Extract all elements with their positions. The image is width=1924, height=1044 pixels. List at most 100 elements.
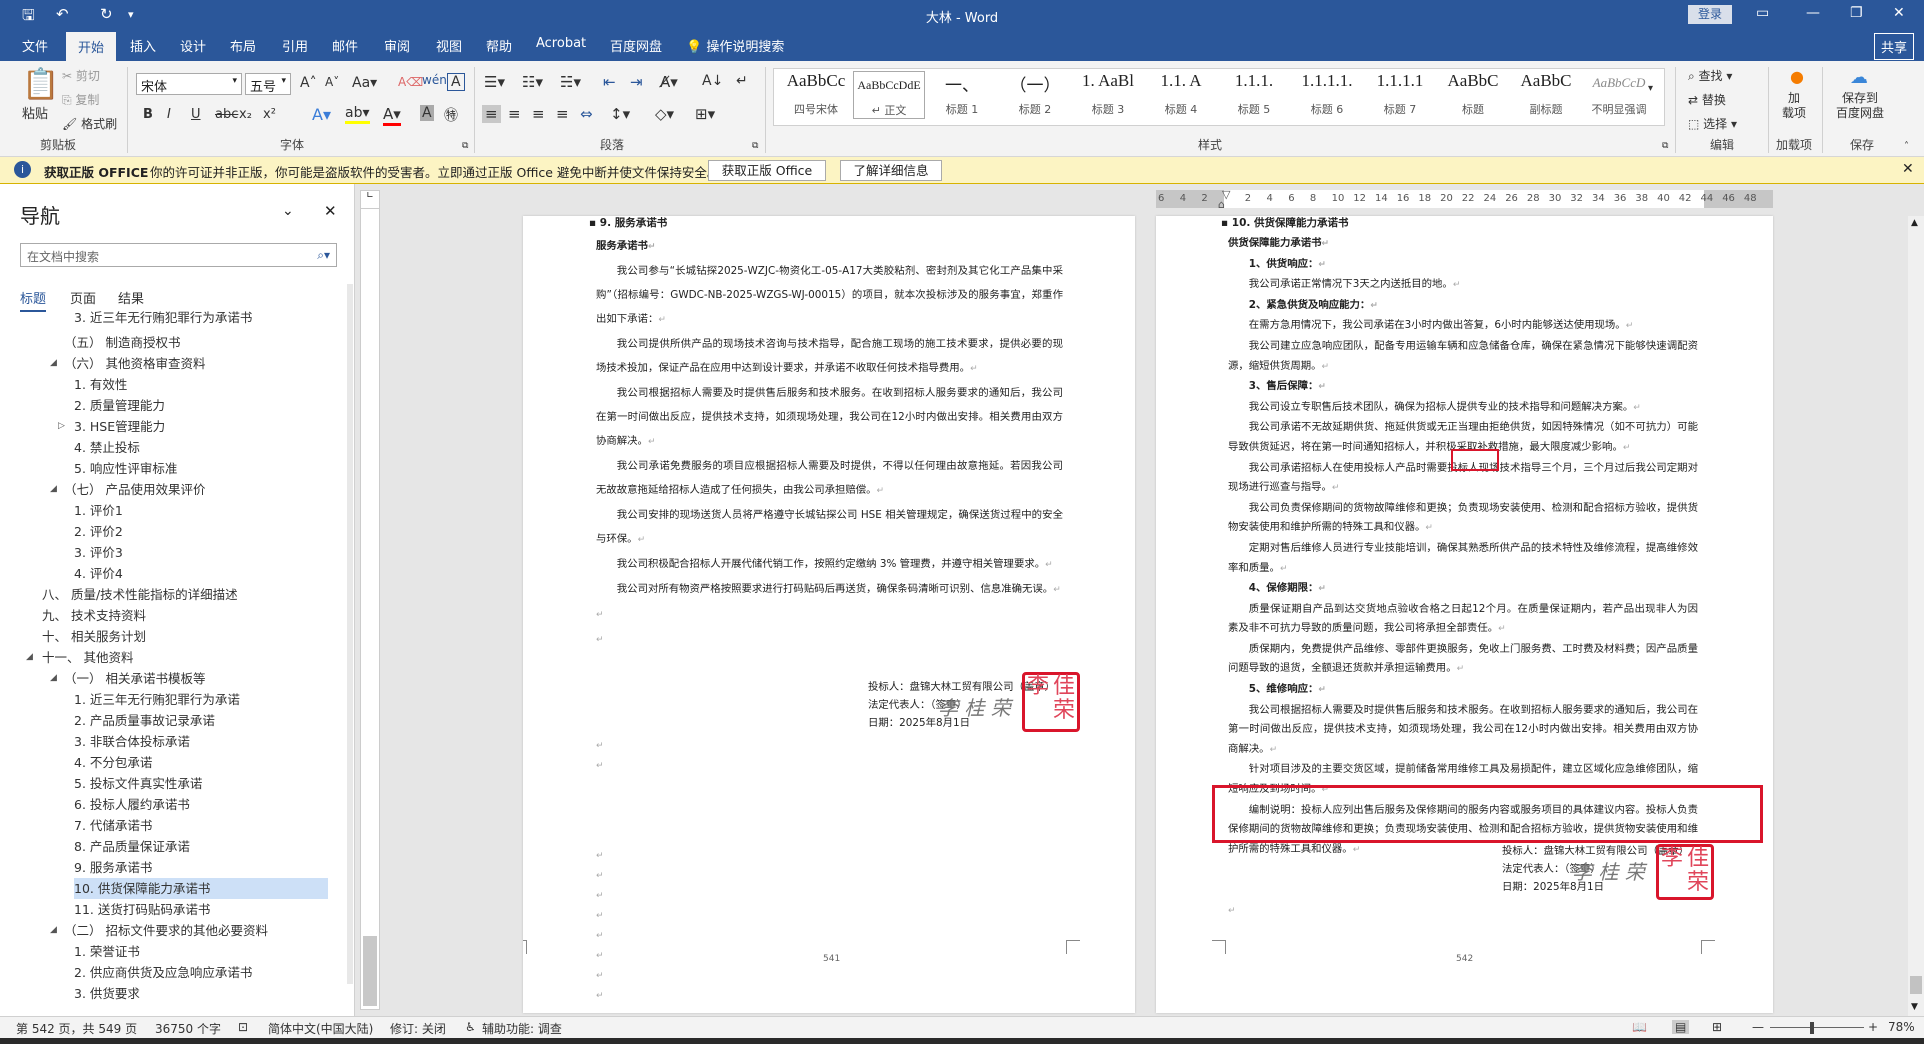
style-9[interactable]: AaBbC 标题	[1437, 71, 1509, 119]
style-0[interactable]: AaBbCc 四号宋体	[780, 71, 852, 119]
tab-6[interactable]: 邮件	[332, 36, 358, 55]
dialog-launcher-icon[interactable]: ⧉	[462, 141, 468, 151]
shading-icon[interactable]: ◇▾	[655, 105, 674, 123]
bullets-icon[interactable]: ☰▾	[484, 73, 505, 91]
enclose-char-icon[interactable]: ㊕	[444, 105, 458, 125]
shrink-font-icon[interactable]: A˅	[325, 75, 339, 89]
nav-item[interactable]: 2. 质量管理能力	[74, 395, 165, 416]
char-shading-icon[interactable]: A	[420, 105, 434, 121]
nav-item[interactable]: （七） 产品使用效果评价	[64, 479, 205, 500]
tell-me-search[interactable]: 💡 操作说明搜索	[686, 36, 784, 55]
nav-item[interactable]: 1. 近三年无行贿犯罪行为承诺	[74, 689, 240, 710]
phonetic-guide-icon[interactable]: wén	[422, 73, 447, 87]
nav-item[interactable]: （五） 制造商授权书	[64, 332, 180, 353]
ribbon-display-icon[interactable]: ▭	[1756, 5, 1769, 21]
tab-0[interactable]: 文件	[22, 36, 48, 55]
select-button[interactable]: ⬚ 选择 ▾	[1688, 115, 1737, 132]
styles-more-icon[interactable]: ▾	[1648, 83, 1653, 94]
borders-icon[interactable]: ⊞▾	[695, 105, 715, 123]
zoom-in-icon[interactable]: +	[1868, 1020, 1878, 1034]
document-page-542[interactable]: ▪ 10. 供货保障能力承诺书 供货保障能力承诺书 1、供货响应：我公司承诺正常…	[1156, 216, 1773, 1013]
language[interactable]: 简体中文(中国大陆)	[268, 1020, 373, 1037]
page-count[interactable]: 第 542 页，共 549 页	[16, 1020, 137, 1037]
nav-item[interactable]: 4. 不分包承诺	[74, 752, 152, 773]
vertical-ruler[interactable]: ∟	[360, 190, 380, 1010]
expanded-triangle-icon[interactable]: ◢	[50, 925, 57, 935]
dialog-launcher-icon[interactable]: ⧉	[752, 141, 758, 151]
change-case-icon[interactable]: Aa▾	[352, 75, 377, 91]
align-center-icon[interactable]: ≡	[508, 105, 521, 123]
dialog-launcher-icon[interactable]: ⧉	[1662, 141, 1668, 151]
nav-item[interactable]: 3. 供货要求	[74, 983, 140, 1004]
read-mode-icon[interactable]: 📖	[1632, 1020, 1647, 1034]
print-layout-icon[interactable]: ▤	[1672, 1020, 1690, 1034]
style-6[interactable]: 1.1.1. 标题 5	[1218, 71, 1290, 119]
zoom-out-icon[interactable]: —	[1752, 1020, 1764, 1034]
nav-item[interactable]: 10. 供货保障能力承诺书	[74, 878, 328, 899]
share-button[interactable]: 共享	[1873, 33, 1914, 60]
decrease-indent-icon[interactable]: ⇤	[603, 73, 616, 91]
word-count[interactable]: 36750 个字	[155, 1020, 221, 1037]
minimize-icon[interactable]: —	[1806, 5, 1820, 21]
font-style-button[interactable]: I	[167, 107, 171, 122]
text-effects-icon[interactable]: A▾	[312, 105, 331, 124]
expanded-triangle-icon[interactable]: ◢	[50, 673, 57, 683]
paste-button[interactable]: 粘贴	[22, 103, 48, 122]
save-to-baidu-button[interactable]: 保存到 百度网盘	[1836, 91, 1884, 121]
login-button[interactable]: 登录	[1688, 5, 1732, 24]
nav-item[interactable]: 3. 非联合体投标承诺	[74, 731, 190, 752]
nav-item[interactable]: （一） 相关承诺书模板等	[64, 668, 205, 689]
close-window-icon[interactable]: ✕	[1893, 5, 1905, 21]
nav-item[interactable]: 5. 响应性评审标准	[74, 458, 177, 479]
addins-icon[interactable]: ●	[1790, 67, 1804, 86]
nav-item[interactable]: （二） 招标文件要求的其他必要资料	[64, 920, 268, 941]
nav-item[interactable]: 8. 产品质量保证承诺	[74, 836, 190, 857]
style-5[interactable]: 1.1. A 标题 4	[1145, 71, 1217, 119]
char-border-icon[interactable]: A	[447, 73, 465, 91]
expanded-triangle-icon[interactable]: ◢	[50, 484, 57, 494]
distributed-icon[interactable]: ⇔	[580, 105, 593, 123]
collapsed-triangle-icon[interactable]: ▷	[58, 421, 65, 431]
show-marks-icon[interactable]: ↵	[736, 73, 748, 89]
baidu-cloud-icon[interactable]: ☁	[1850, 67, 1868, 88]
close-icon[interactable]: ✕	[1902, 161, 1914, 177]
font-style-button[interactable]: U	[191, 107, 201, 122]
nav-item[interactable]: 八、 质量/技术性能指标的详细描述	[42, 584, 238, 605]
style-8[interactable]: 1.1.1.1 标题 7	[1364, 71, 1436, 119]
nav-item[interactable]: （六） 其他资格审查资料	[64, 353, 205, 374]
chinese-layout-icon[interactable]: A̸▾	[660, 73, 678, 91]
format-painter-button[interactable]: 🖌 格式刷	[62, 115, 117, 132]
style-11[interactable]: AaBbCcD 不明显强调	[1583, 71, 1655, 119]
hanging-indent-marker[interactable]: ⌂	[1218, 198, 1225, 211]
zoom-level[interactable]: 78%	[1888, 1020, 1915, 1034]
nav-item[interactable]: 7. 代储承诺书	[74, 815, 152, 836]
font-style-button[interactable]: B	[143, 107, 153, 122]
paste-icon[interactable]: 📋	[22, 67, 59, 102]
highlight-icon[interactable]: ab▾	[345, 105, 370, 124]
addins-button[interactable]: 加 载项	[1782, 91, 1806, 121]
nav-item[interactable]: 十一、 其他资料	[42, 647, 133, 668]
tab-1[interactable]: 开始	[66, 32, 117, 61]
style-1[interactable]: AaBbCcDdE ↵ 正文	[853, 71, 925, 119]
tab-10[interactable]: Acrobat	[536, 36, 586, 51]
replace-button[interactable]: ⇄ 替换	[1688, 91, 1726, 108]
tab-9[interactable]: 帮助	[486, 36, 512, 55]
nav-item[interactable]: 2. 评价2	[74, 521, 123, 542]
tab-5[interactable]: 引用	[282, 36, 308, 55]
style-7[interactable]: 1.1.1.1. 标题 6	[1291, 71, 1363, 119]
tab-3[interactable]: 设计	[180, 36, 206, 55]
tab-4[interactable]: 布局	[230, 36, 256, 55]
scroll-down-icon[interactable]: ▼	[1911, 1002, 1918, 1012]
cut-button[interactable]: ✂ 剪切	[62, 67, 100, 84]
nav-item[interactable]: 3. HSE管理能力	[74, 416, 165, 437]
nav-scrollbar[interactable]	[347, 284, 353, 984]
scroll-up-icon[interactable]: ▲	[1911, 218, 1918, 228]
vertical-scrollbar[interactable]: ▲ ▼	[1908, 216, 1924, 1016]
style-10[interactable]: AaBbC 副标题	[1510, 71, 1582, 119]
font-style-button[interactable]: x₂	[239, 107, 252, 122]
nav-item[interactable]: 5. 投标文件真实性承诺	[74, 773, 202, 794]
proofing-icon[interactable]: ⊡	[238, 1020, 248, 1034]
nav-item[interactable]: 九、 技术支持资料	[42, 605, 146, 626]
line-spacing-icon[interactable]: ↕▾	[610, 105, 630, 123]
nav-item[interactable]: 2. 供应商供货及应急响应承诺书	[74, 962, 252, 983]
